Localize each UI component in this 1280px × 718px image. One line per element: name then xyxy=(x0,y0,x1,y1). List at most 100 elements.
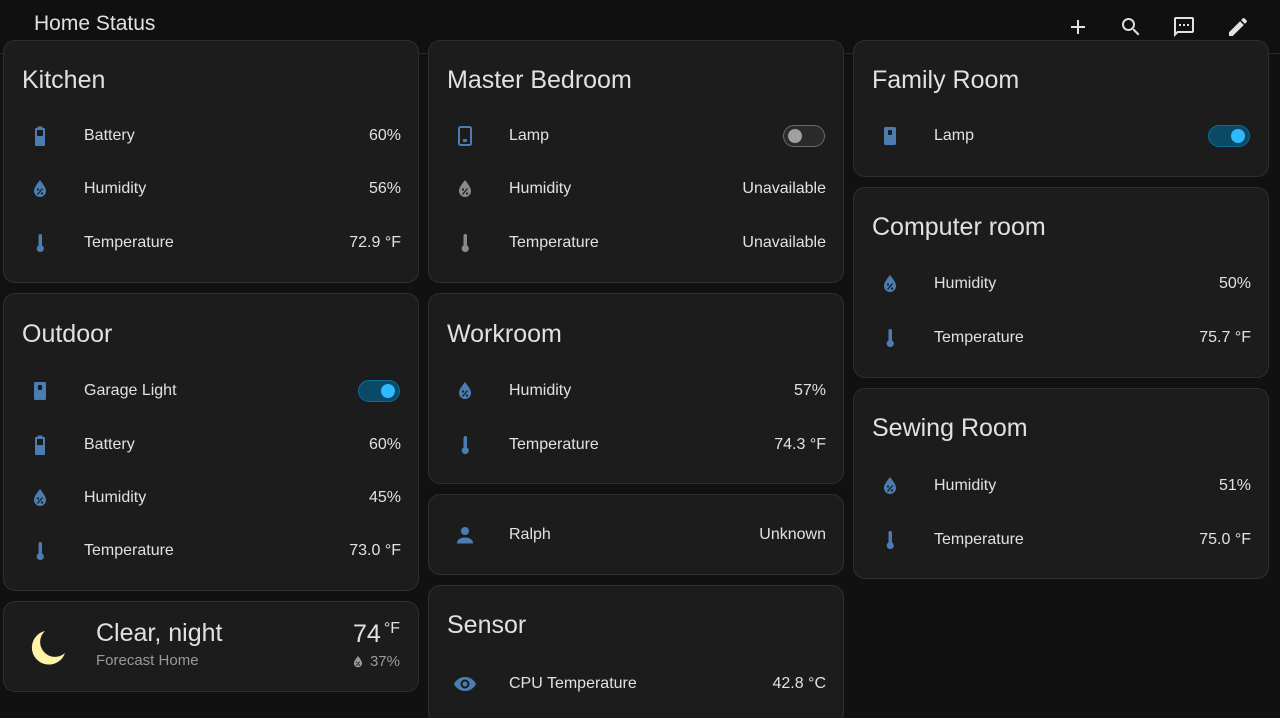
humidity-icon xyxy=(878,272,902,296)
entity-row-temperature[interactable]: Temperature 73.0 °F xyxy=(4,531,418,571)
entity-label: Ralph xyxy=(509,526,551,543)
entity-value: 56% xyxy=(368,180,401,197)
entity-label: Humidity xyxy=(84,489,147,506)
entity-value: 60% xyxy=(368,436,401,453)
light-switch-icon xyxy=(28,379,52,403)
entity-label: Temperature xyxy=(934,329,1024,346)
humidity-icon xyxy=(353,655,362,667)
card-title: Master Bedroom xyxy=(447,66,632,94)
card-title: Computer room xyxy=(872,213,1046,241)
entity-label: Humidity xyxy=(509,180,572,197)
weather-temperature: 74 °F xyxy=(353,620,400,649)
entity-value: Unavailable xyxy=(742,234,826,251)
eye-icon xyxy=(453,672,477,696)
entity-row-humidity[interactable]: Humidity 56% xyxy=(4,169,418,209)
search-icon xyxy=(1122,18,1140,36)
entity-label: Temperature xyxy=(509,234,599,251)
entity-label: Humidity xyxy=(84,180,147,197)
entity-row-humidity[interactable]: Humidity 51% xyxy=(854,466,1268,506)
entity-value: 51% xyxy=(1218,477,1251,494)
sewing-room-card: Sewing Room Humidity 51% Temperature 75.… xyxy=(853,388,1269,579)
weather-forecast-card[interactable]: Clear, night Forecast Home 74 °F 37% xyxy=(3,601,419,692)
entity-value: Unknown xyxy=(759,526,826,543)
kitchen-card: Kitchen Battery 60% Humidity 56% Tempera… xyxy=(3,40,419,283)
entity-value: Unavailable xyxy=(742,180,826,197)
entity-value: 75.0 °F xyxy=(1199,531,1251,548)
card-title: Outdoor xyxy=(22,320,113,348)
toggle-knob xyxy=(381,384,395,398)
comment-processing-icon xyxy=(1174,17,1194,37)
thermometer-icon xyxy=(878,326,902,350)
entity-row-cpu-temperature[interactable]: CPU Temperature 42.8 °C xyxy=(429,664,843,704)
outdoor-card: Outdoor Garage Light Battery 60% Humidit… xyxy=(3,293,419,591)
humidity-icon xyxy=(453,379,477,403)
lamp-toggle[interactable] xyxy=(783,125,825,147)
entity-row-temperature[interactable]: Temperature 72.9 °F xyxy=(4,223,418,263)
computer-room-card: Computer room Humidity 50% Temperature 7… xyxy=(853,187,1269,378)
family-room-card: Family Room Lamp xyxy=(853,40,1269,177)
moon-icon xyxy=(31,631,65,665)
entity-label: Humidity xyxy=(509,382,572,399)
entity-row-temperature[interactable]: Temperature 75.0 °F xyxy=(854,520,1268,560)
entity-row-humidity[interactable]: Humidity 45% xyxy=(4,478,418,518)
entity-value: 50% xyxy=(1218,275,1251,292)
entity-label: Temperature xyxy=(84,234,174,251)
thermometer-icon xyxy=(453,231,477,255)
entity-row-garage-light[interactable]: Garage Light xyxy=(4,371,418,411)
weather-location: Forecast Home xyxy=(96,652,199,669)
thermometer-icon xyxy=(28,539,52,563)
battery-icon xyxy=(28,124,52,148)
entity-value: 74.3 °F xyxy=(774,436,826,453)
pencil-icon xyxy=(1229,17,1248,36)
entity-value: 42.8 °C xyxy=(772,675,826,692)
humidity-icon xyxy=(453,177,477,201)
entity-value: 75.7 °F xyxy=(1199,329,1251,346)
temperature-unit: °F xyxy=(383,620,400,637)
lamp-toggle[interactable] xyxy=(1208,125,1250,147)
entity-row-temperature[interactable]: Temperature 75.7 °F xyxy=(854,318,1268,358)
weather-condition: Clear, night xyxy=(96,619,223,647)
entity-row-lamp[interactable]: Lamp xyxy=(429,116,843,156)
entity-label: Humidity xyxy=(934,477,997,494)
entity-row-battery[interactable]: Battery 60% xyxy=(4,425,418,465)
entity-row-humidity[interactable]: Humidity 57% xyxy=(429,371,843,411)
humidity-icon xyxy=(28,486,52,510)
entity-label: CPU Temperature xyxy=(509,675,637,692)
entity-label: Lamp xyxy=(934,127,975,144)
entity-row-humidity[interactable]: Humidity Unavailable xyxy=(429,169,843,209)
light-switch-icon xyxy=(878,124,902,148)
humidity-icon xyxy=(878,474,902,498)
card-title: Kitchen xyxy=(22,66,106,94)
weather-humidity: 37% xyxy=(350,653,400,670)
entity-label: Temperature xyxy=(84,542,174,559)
lamp-switch-icon xyxy=(453,124,477,148)
plus-icon xyxy=(1071,20,1085,34)
entity-row-temperature[interactable]: Temperature Unavailable xyxy=(429,223,843,263)
sensor-card: Sensor CPU Temperature 42.8 °C xyxy=(428,585,844,718)
entity-value: 45% xyxy=(368,489,401,506)
thermometer-icon xyxy=(28,231,52,255)
thermometer-icon xyxy=(878,528,902,552)
card-title: Family Room xyxy=(872,66,1020,94)
battery-icon xyxy=(28,433,52,457)
entity-label: Battery xyxy=(84,436,135,453)
garage-light-toggle[interactable] xyxy=(358,380,400,402)
entity-row-lamp[interactable]: Lamp xyxy=(854,116,1268,156)
entity-value: 60% xyxy=(368,127,401,144)
entity-value: 72.9 °F xyxy=(349,234,401,251)
temperature-value: 74 xyxy=(353,620,381,648)
entity-label: Lamp xyxy=(509,127,550,144)
entity-row-person[interactable]: Ralph Unknown xyxy=(429,515,843,555)
entity-row-battery[interactable]: Battery 60% xyxy=(4,116,418,156)
card-title: Sensor xyxy=(447,611,527,639)
entity-row-temperature[interactable]: Temperature 74.3 °F xyxy=(429,425,843,465)
entity-label: Temperature xyxy=(509,436,599,453)
page-title: Home Status xyxy=(34,12,156,35)
thermometer-icon xyxy=(453,433,477,457)
entity-value: 57% xyxy=(793,382,826,399)
humidity-icon xyxy=(28,177,52,201)
toggle-knob xyxy=(1231,129,1245,143)
workroom-card: Workroom Humidity 57% Temperature 74.3 °… xyxy=(428,293,844,484)
master-bedroom-card: Master Bedroom Lamp Humidity Unavailable… xyxy=(428,40,844,283)
entity-row-humidity[interactable]: Humidity 50% xyxy=(854,264,1268,304)
